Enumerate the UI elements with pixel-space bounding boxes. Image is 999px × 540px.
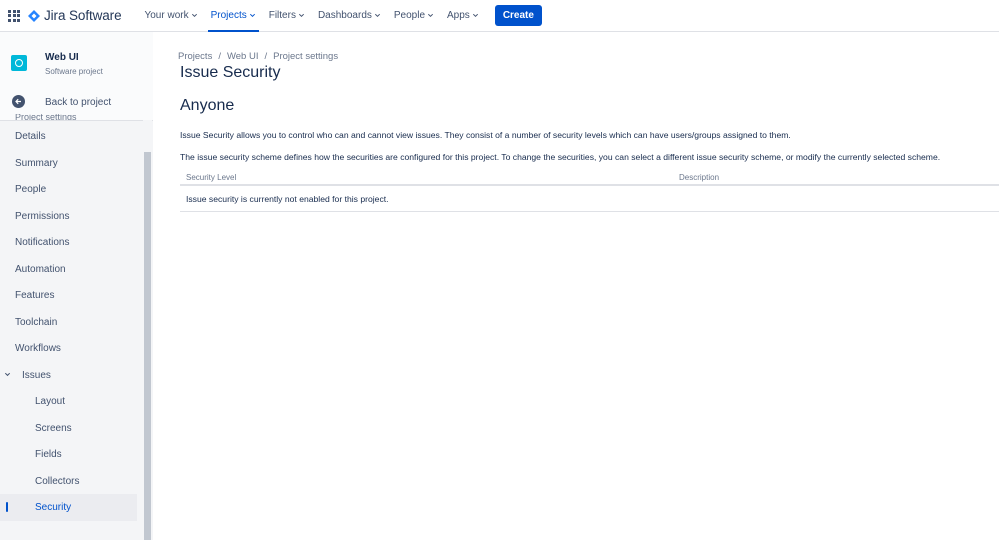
back-to-project-link[interactable]: Back to project: [45, 97, 111, 108]
sidebar-subitem-collectors[interactable]: Collectors: [0, 468, 137, 494]
sidebar-item-details[interactable]: Details: [0, 123, 137, 149]
nav-dashboards[interactable]: Dashboards: [313, 0, 386, 32]
sidebar-item-label: Toolchain: [15, 316, 58, 328]
sidebar-item-label: Issues: [22, 369, 51, 381]
sidebar-subitem-security[interactable]: Security: [0, 494, 137, 521]
chevron-down-icon: [472, 13, 478, 18]
table-header: Security Level Description: [180, 169, 999, 186]
project-header: Web UI Software project Back to project: [0, 32, 153, 120]
nav-projects[interactable]: Projects: [206, 0, 261, 32]
breadcrumb-projects[interactable]: Projects: [178, 51, 212, 62]
project-avatar-icon: [11, 55, 27, 71]
sidebar-item-label: Details: [15, 130, 46, 142]
sidebar-subitem-screens[interactable]: Screens: [0, 415, 137, 441]
sidebar-item-label: Layout: [35, 395, 66, 407]
sidebar-item-toolchain[interactable]: Toolchain: [0, 309, 137, 335]
sidebar-item-notifications[interactable]: Notifications: [0, 229, 137, 255]
chevron-down-icon: [298, 13, 304, 18]
description-paragraph: The issue security scheme defines how th…: [180, 152, 941, 162]
sidebar-subitem-fields[interactable]: Fields: [0, 441, 137, 467]
sidebar-item-label: Automation: [15, 263, 66, 275]
chevron-down-icon: [249, 13, 255, 18]
nav-label: Filters: [268, 10, 296, 21]
sidebar-item-label: People: [15, 183, 47, 195]
breadcrumb: Projects / Web UI / Project settings: [178, 51, 338, 62]
nav-apps[interactable]: Apps: [442, 0, 484, 32]
sidebar: Web UI Software project Back to project …: [0, 32, 153, 540]
main-content: Projects / Web UI / Project settings Iss…: [153, 32, 999, 540]
create-button[interactable]: Create: [494, 5, 542, 26]
sidebar-item-label: Security: [35, 502, 72, 513]
sidebar-item-label: Screens: [35, 422, 72, 434]
breadcrumb-separator: /: [264, 51, 268, 62]
divider: [0, 120, 143, 121]
jira-diamond-icon: [28, 9, 40, 22]
sidebar-item-issues[interactable]: Issues: [0, 362, 137, 388]
sidebar-item-label: Summary: [15, 157, 58, 169]
project-type: Software project: [45, 67, 103, 76]
arrow-left-icon[interactable]: [12, 95, 25, 108]
nav-items: Your work Projects Filters Dashboards Pe…: [139, 0, 542, 32]
breadcrumb-separator: /: [218, 51, 221, 62]
sidebar-item-automation[interactable]: Automation: [0, 256, 137, 282]
empty-state-message: Issue security is currently not enabled …: [186, 194, 389, 204]
sidebar-item-permissions[interactable]: Permissions: [0, 203, 137, 229]
nav-label: Apps: [447, 10, 470, 21]
chevron-down-icon: [374, 13, 380, 18]
sidebar-subitem-layout[interactable]: Layout: [0, 388, 137, 414]
chevron-down-icon: [4, 372, 11, 377]
app-switcher-icon[interactable]: [8, 9, 20, 22]
sidebar-item-label: Permissions: [15, 210, 70, 222]
column-header: Security Level: [186, 173, 237, 182]
scheme-name: Anyone: [180, 97, 235, 114]
column-header: Description: [679, 173, 720, 182]
sidebar-item-label: Workflows: [15, 342, 61, 354]
sidebar-item-label: Notifications: [15, 236, 70, 248]
nav-label: Dashboards: [317, 10, 372, 21]
nav-filters[interactable]: Filters: [264, 0, 310, 32]
sidebar-item-label: Fields: [35, 448, 62, 460]
nav-label: People: [393, 10, 426, 21]
sidebar-item-features[interactable]: Features: [0, 282, 137, 308]
project-name: Web UI: [45, 52, 79, 63]
breadcrumb-web-ui[interactable]: Web UI: [227, 51, 259, 62]
nav-people[interactable]: People: [389, 0, 439, 32]
breadcrumb-project-settings[interactable]: Project settings: [273, 51, 338, 62]
sidebar-item-summary[interactable]: Summary: [0, 150, 137, 176]
nav-your-work[interactable]: Your work: [139, 0, 202, 32]
chevron-down-icon: [427, 13, 434, 18]
top-navigation: Jira Software Your work Projects Filters…: [0, 0, 999, 32]
table-row: Issue security is currently not enabled …: [180, 186, 999, 212]
page-title: Issue Security: [180, 64, 281, 81]
sidebar-item-label: Collectors: [35, 475, 80, 487]
sidebar-item-label: Features: [15, 289, 55, 301]
jira-logo[interactable]: Jira Software: [28, 8, 122, 23]
chevron-down-icon: [191, 13, 197, 18]
nav-label: Projects: [210, 10, 247, 21]
sidebar-scrollbar-thumb[interactable]: [144, 152, 151, 540]
sidebar-item-workflows[interactable]: Workflows: [0, 335, 137, 361]
sidebar-item-people[interactable]: People: [0, 176, 137, 202]
description-paragraph: Issue Security allows you to control who…: [180, 130, 791, 140]
product-name: Jira Software: [44, 8, 122, 23]
nav-label: Your work: [144, 10, 189, 21]
